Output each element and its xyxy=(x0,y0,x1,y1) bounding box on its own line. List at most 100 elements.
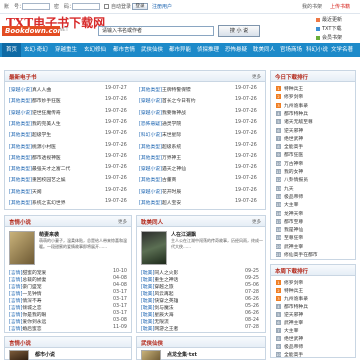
rank-item[interactable]: 19 至尊狂帝 xyxy=(276,234,303,241)
book-title[interactable]: 我要做神战 xyxy=(162,111,186,116)
quick-link-latest[interactable]: 最近更新 xyxy=(316,16,342,23)
quick-link-shelf[interactable]: 会员书架 xyxy=(316,34,342,41)
book-category[interactable]: [其他类型] xyxy=(9,156,32,161)
more-link[interactable]: 更多 xyxy=(252,219,261,225)
book-list-item[interactable]: [其他类型]系统之玄幻世界 19-07-26 xyxy=(9,199,133,206)
quick-link-txt[interactable]: TXT下载 xyxy=(316,25,341,32)
rank-item[interactable]: 10 全能高手 xyxy=(276,351,303,358)
book-list-item[interactable]: [耽美]星辰大海 06-26 xyxy=(141,311,261,318)
rank-title[interactable]: 我是神仙 xyxy=(284,228,303,233)
rank-item[interactable]: 20 武神主宰 xyxy=(276,243,303,250)
rank-item[interactable]: 21 修仙高手在都市 xyxy=(276,251,318,258)
book-category[interactable]: [穿越小说] xyxy=(9,111,32,116)
book-list-item[interactable]: [其他类型]我的完美人生 19-07-26 xyxy=(9,120,133,127)
book-list-item[interactable]: [其他类型]重回校园艺之娱 19-07-26 xyxy=(9,176,133,183)
rank-title[interactable]: 九州诡事录 xyxy=(284,297,308,302)
book-category[interactable]: [其他类型] xyxy=(9,167,32,172)
book-title[interactable]: 婚后蜜恋 xyxy=(22,327,41,332)
book-list-item[interactable]: [其他类型]王牌特警保镖 19-07-26 xyxy=(139,86,263,93)
rank-item[interactable]: 16 龙神天帝 xyxy=(276,210,303,217)
book-title[interactable]: 万界神王 xyxy=(162,156,181,161)
book-category[interactable]: [其他类型] xyxy=(9,201,32,206)
book-title[interactable]: 系统之玄幻世界 xyxy=(32,201,66,206)
rank-title[interactable]: 都市狂医 xyxy=(284,153,303,158)
rank-title[interactable]: 我的女神 xyxy=(284,170,303,175)
nav-item[interactable]: 都市言情 xyxy=(113,43,135,57)
login-button[interactable]: 登录 xyxy=(132,3,148,10)
rank-item[interactable]: 9 都市狂医 xyxy=(276,151,303,158)
rank-title[interactable]: 逆天邪神 xyxy=(284,313,303,318)
book-title[interactable]: 网游之王者 xyxy=(154,327,178,332)
rank-title[interactable]: 极品帝师 xyxy=(284,195,303,200)
password-input[interactable] xyxy=(72,3,100,10)
book-list-item[interactable]: [言情]婚后蜜恋 11-09 xyxy=(9,325,129,332)
book-list-item[interactable]: [其他类型]都市妙手狂医 19-07-26 xyxy=(9,97,133,104)
featured-book-title[interactable]: 人在江湖飘 xyxy=(171,231,196,238)
book-list-item[interactable]: [言情]一见钟情 03-17 xyxy=(9,290,129,297)
book-cover-image[interactable] xyxy=(9,231,35,265)
rank-title[interactable]: 极品帝师 xyxy=(284,345,303,350)
search-input[interactable]: 请输入书名或作者 xyxy=(98,26,214,36)
more-link[interactable]: 更多 xyxy=(118,219,127,225)
rank-item[interactable]: 14 极品帝师 xyxy=(276,193,303,200)
rank-item[interactable]: 6 逆天邪神 xyxy=(276,127,303,134)
rank-item[interactable]: 6 武神主宰 xyxy=(276,319,303,326)
book-title[interactable]: 逆世狂魔传奇 xyxy=(32,111,61,116)
rank-title[interactable]: 修仙高手在都市 xyxy=(284,253,318,258)
rank-item[interactable]: 4 都市特种兵 xyxy=(276,110,308,117)
book-list-item[interactable]: [穿越小说]遇天之神仙 19-07-26 xyxy=(139,165,263,172)
rank-item[interactable]: 17 都市至尊 xyxy=(276,218,303,225)
rank-title[interactable]: 都市特种兵 xyxy=(284,112,308,117)
book-category[interactable]: [其他类型] xyxy=(139,88,162,93)
book-category[interactable]: [其他类型] xyxy=(9,178,32,183)
book-title[interactable]: 王牌特警保镖 xyxy=(162,88,191,93)
book-list-item[interactable]: [恐怖悬疑]通灵学院 19-07-26 xyxy=(139,120,263,127)
rank-title[interactable]: 绝世武神 xyxy=(284,137,303,142)
book-category[interactable]: [穿越小说] xyxy=(139,99,162,104)
rank-title[interactable]: 诸天无敌至尊 xyxy=(284,120,313,125)
book-list-item[interactable]: [穿越小说]逆世狂魔传奇 19-07-26 xyxy=(9,109,133,116)
book-category[interactable]: [其他类型] xyxy=(9,122,32,127)
book-list-item[interactable]: [穿越小说]我要做神战 19-07-26 xyxy=(139,109,263,116)
nav-item[interactable]: 都市异能 xyxy=(169,43,191,57)
book-title[interactable]: 最强天才之富二代 xyxy=(32,167,70,172)
rank-item[interactable]: 1 修罗剑帝 xyxy=(276,279,303,286)
book-list-item[interactable]: [耽美]快穿之英雄 06-26 xyxy=(141,297,261,304)
rank-title[interactable]: 修罗剑帝 xyxy=(284,281,303,286)
book-category[interactable]: [其他类型] xyxy=(9,145,32,150)
rank-item[interactable]: 13 九天 xyxy=(276,185,294,192)
register-link[interactable]: 注册用户 xyxy=(152,3,172,10)
book-title[interactable]: 通灵学院 xyxy=(162,122,181,127)
book-list-item[interactable]: [其他类型]桃源小村医 19-07-26 xyxy=(9,143,133,150)
book-list-item[interactable]: [其他类型]超级学生 19-07-26 xyxy=(9,131,133,138)
book-list-item[interactable]: [言情]你是我的眼 03-17 xyxy=(9,311,129,318)
rank-item[interactable]: 9 极品帝师 xyxy=(276,343,303,350)
bookshelf-link[interactable]: 我的书架 xyxy=(302,3,322,10)
book-list-item[interactable]: [耽美]同人之火影 09-25 xyxy=(141,269,261,276)
nav-item[interactable]: 科幻小说 xyxy=(306,43,328,57)
rank-item[interactable]: 7 绝世武神 xyxy=(276,135,303,142)
book-category[interactable]: [言情] xyxy=(9,327,22,332)
rank-item[interactable]: 3 九州诡事录 xyxy=(276,295,308,302)
upload-link[interactable]: 上传书籍 xyxy=(330,3,350,10)
rank-title[interactable]: 都市特种兵 xyxy=(284,305,308,310)
book-category[interactable]: [科幻小说] xyxy=(139,133,162,138)
rank-title[interactable]: 特种兵王 xyxy=(284,87,303,92)
rank-item[interactable]: 8 绝世武神 xyxy=(276,335,303,342)
rank-item[interactable]: 5 诸天无敌至尊 xyxy=(276,118,313,125)
book-list-item[interactable]: [穿越小说]首长之今日有约 19-07-26 xyxy=(139,97,263,104)
book-category[interactable]: [恐怖悬疑] xyxy=(139,122,162,127)
book-title[interactable]: 古董商 xyxy=(162,178,176,183)
rank-title[interactable]: 至尊狂帝 xyxy=(284,236,303,241)
rank-title[interactable]: 大主宰 xyxy=(284,329,298,334)
book-title[interactable]: 都市透视神医 xyxy=(32,156,61,161)
rank-item[interactable]: 11 我的女神 xyxy=(276,168,303,175)
book-category[interactable]: [其他类型] xyxy=(9,190,32,195)
nav-item[interactable]: 官场商场 xyxy=(280,43,302,57)
book-title[interactable]: 首长之今日有约 xyxy=(162,99,196,104)
book-list-item[interactable]: [言情]倾城之恋 03-17 xyxy=(9,304,129,311)
rank-title[interactable]: 逆天邪神 xyxy=(284,129,303,134)
book-list-item[interactable]: [穿越小说]花开时辰 19-07-26 xyxy=(139,188,263,195)
rank-item[interactable]: 2 特种兵王 xyxy=(276,287,303,294)
book-list-item[interactable]: [穿越小说]真人人曲 19-07-27 xyxy=(9,86,133,93)
